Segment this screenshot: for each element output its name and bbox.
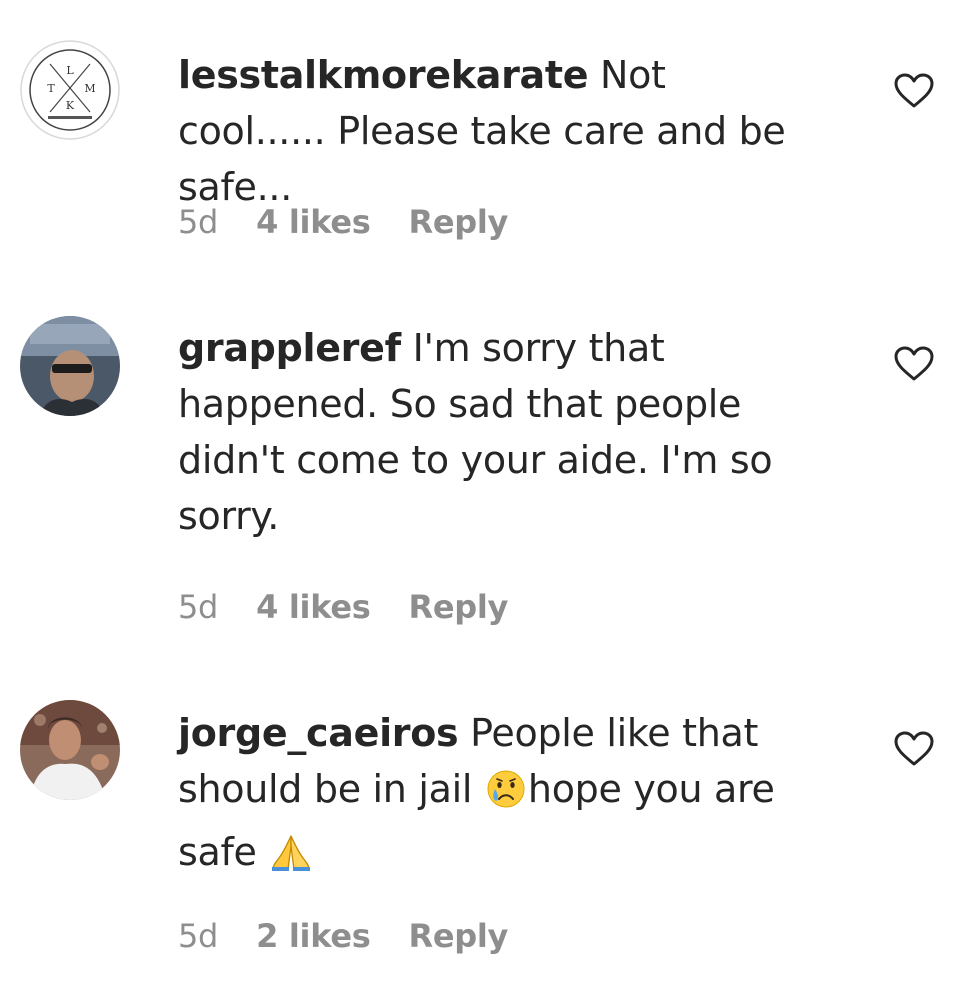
comment-username[interactable]: jorge_caeiros [178,711,459,755]
heart-icon[interactable] [893,72,935,110]
avatar-letter: K [66,99,75,112]
avatar[interactable]: L T M K [20,40,120,140]
comment-text: grappleref I'm sorry that happened. So s… [178,320,818,544]
avatar[interactable] [20,316,120,416]
comment-username[interactable]: lesstalkmorekarate [178,53,589,97]
crying-face-icon [486,768,526,824]
reply-button[interactable]: Reply [409,203,509,241]
likes-count[interactable]: 4 likes [256,203,371,241]
comment-text: jorge_caeiros People like that should be… [178,705,818,887]
avatar-letter: M [84,82,95,95]
avatar[interactable] [20,700,120,800]
reply-button[interactable]: Reply [409,588,509,626]
comment-time: 5d [178,588,219,626]
comment-text: lesstalkmorekarate Not cool...... Please… [178,47,818,215]
likes-count[interactable]: 4 likes [256,588,371,626]
folded-hands-icon [270,831,312,887]
heart-icon[interactable] [893,345,935,383]
comment-meta: 5d 2 likes Reply [178,917,508,955]
comment-time: 5d [178,917,219,955]
comment-time: 5d [178,203,219,241]
comment-username[interactable]: grappleref [178,326,401,370]
comment-meta: 5d 4 likes Reply [178,588,508,626]
reply-button[interactable]: Reply [409,917,509,955]
avatar-letter: L [66,64,74,77]
comment-meta: 5d 4 likes Reply [178,203,508,241]
avatar-letter: T [47,82,55,95]
likes-count[interactable]: 2 likes [256,917,371,955]
heart-icon[interactable] [893,730,935,768]
